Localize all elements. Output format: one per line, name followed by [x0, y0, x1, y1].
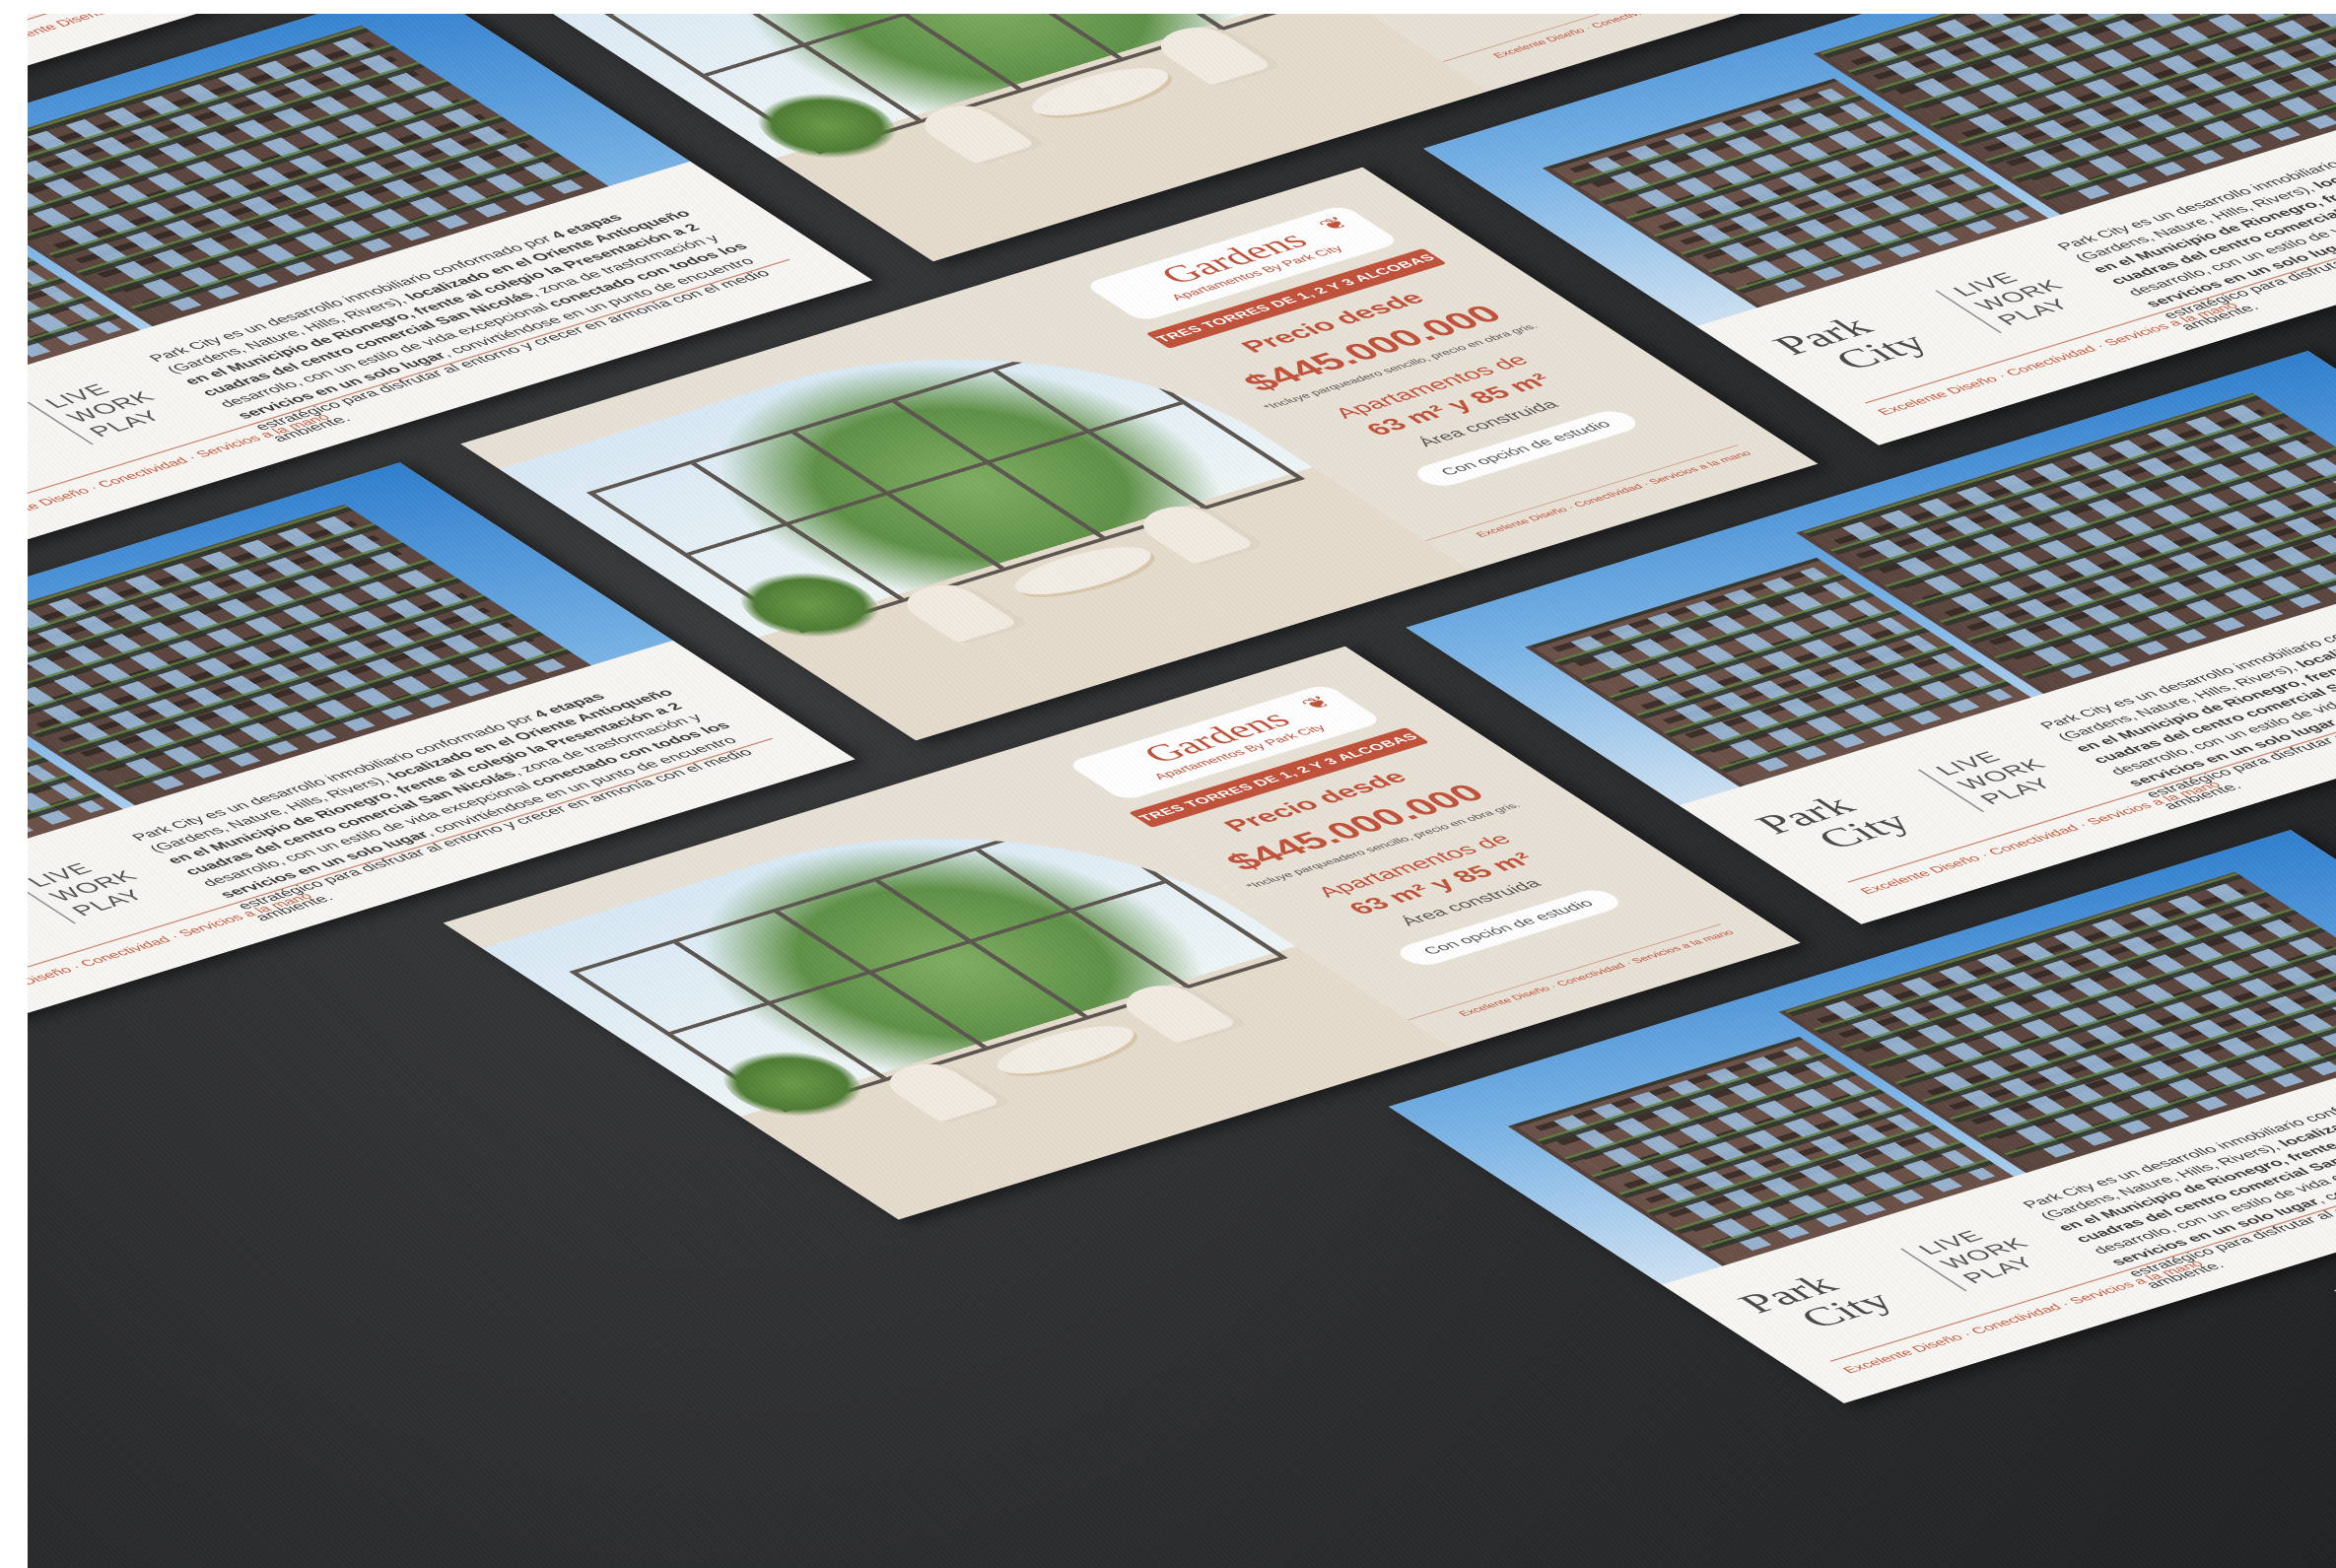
mockup-surface: Gardens Apartamentos By Park City ❦ TRES… [28, 14, 2336, 1568]
logo-city: City [28, 439, 32, 488]
logo-tagline: LIVE WORK PLAY [38, 374, 183, 441]
logo-tagline: LIVE WORK PLAY [1929, 741, 2074, 808]
logo-tagline: LIVE WORK PLAY [1912, 1220, 2057, 1287]
logo-tagline: LIVE WORK PLAY [1947, 261, 2092, 328]
logo-tagline: LIVE WORK PLAY [28, 852, 167, 920]
